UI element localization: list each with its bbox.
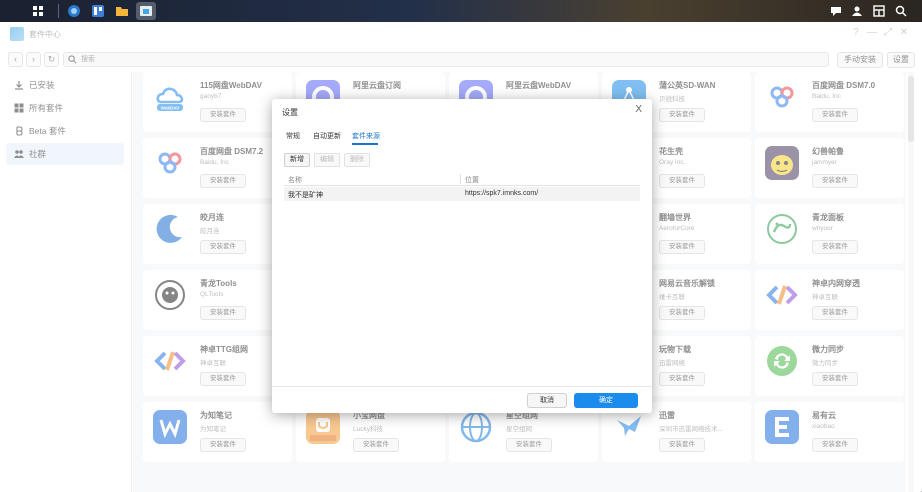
taskbar bbox=[0, 0, 922, 22]
active-tab-indicator bbox=[352, 143, 378, 145]
taskbar-app-file-station-icon[interactable] bbox=[112, 2, 132, 20]
dialog-footer-divider bbox=[272, 386, 652, 387]
column-divider bbox=[460, 174, 461, 184]
widgets-icon[interactable] bbox=[870, 2, 888, 20]
settings-dialog: 设置 X 常规 自动更新 套件来源 新增 编辑 删除 名称 位置 我不是矿神 h… bbox=[272, 99, 652, 413]
tab-package-sources[interactable]: 套件来源 bbox=[352, 131, 380, 141]
dialog-title: 设置 bbox=[282, 108, 298, 117]
add-source-button[interactable]: 新增 bbox=[284, 153, 310, 167]
delete-source-button[interactable]: 删除 bbox=[344, 153, 370, 167]
taskbar-app-package-center-icon[interactable] bbox=[136, 2, 156, 20]
sources-table-header: 名称 位置 bbox=[284, 172, 640, 186]
source-name: 我不是矿神 bbox=[288, 192, 323, 199]
source-url: https://spk7.imnks.com/ bbox=[465, 190, 539, 197]
user-icon[interactable] bbox=[848, 2, 866, 20]
tab-auto-update[interactable]: 自动更新 bbox=[313, 131, 341, 141]
column-header-name[interactable]: 名称 bbox=[288, 175, 302, 185]
tab-general[interactable]: 常规 bbox=[286, 131, 300, 141]
column-header-location[interactable]: 位置 bbox=[465, 175, 479, 185]
taskbar-app-network-icon[interactable] bbox=[64, 2, 84, 20]
main-menu-icon[interactable] bbox=[28, 2, 48, 20]
edit-source-button[interactable]: 编辑 bbox=[314, 153, 340, 167]
ok-button[interactable]: 确定 bbox=[574, 393, 638, 408]
taskbar-app-control-panel-icon[interactable] bbox=[88, 2, 108, 20]
taskbar-divider bbox=[58, 4, 59, 18]
dialog-close-icon[interactable]: X bbox=[635, 104, 642, 115]
cancel-button[interactable]: 取消 bbox=[527, 393, 567, 408]
search-icon[interactable] bbox=[892, 2, 910, 20]
table-row[interactable]: 我不是矿神 https://spk7.imnks.com/ bbox=[284, 187, 640, 201]
chat-icon[interactable] bbox=[827, 2, 845, 20]
